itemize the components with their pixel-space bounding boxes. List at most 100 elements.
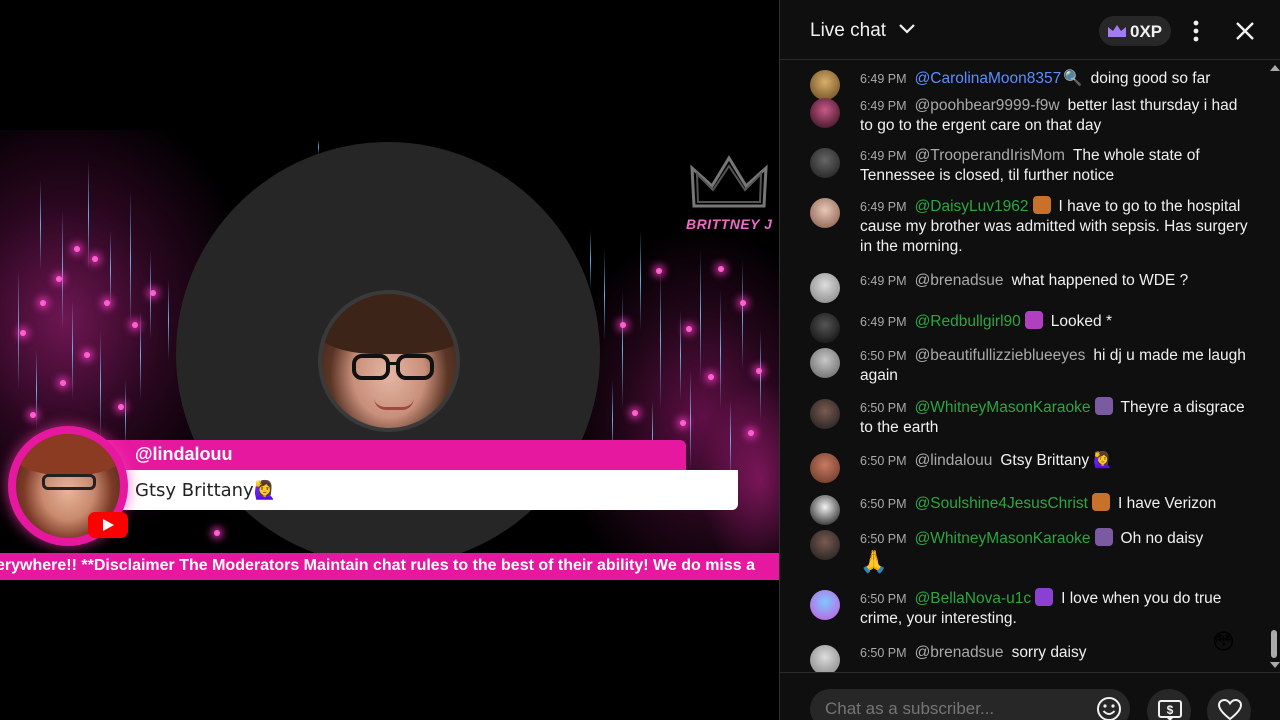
message-author[interactable]: @brenadsue: [915, 644, 1004, 661]
chat-message[interactable]: 6:50 PM @WhitneyMasonKaraoke Oh no daisy 🙏: [780, 514, 1268, 574]
video-player[interactable]: BRITTNEY J @lindalouu Gtsy Brittany🙋‍♀️ …: [0, 0, 779, 720]
author-avatar[interactable]: [810, 148, 840, 178]
message-text: what happened to WDE ?: [1011, 272, 1189, 289]
message-body: 6:50 PM @beautifullizzieblueeyes hi dj u m…: [860, 346, 1250, 386]
message-author[interactable]: @BellaNova-u1c: [915, 590, 1032, 607]
chat-message[interactable]: 6:49 PM @DaisyLuv1962 I have to go to the …: [780, 182, 1268, 257]
glow-dot: [92, 256, 98, 262]
glow-dot: [748, 430, 754, 436]
heart-icon: [1217, 698, 1243, 720]
member-badge-icon: [1032, 196, 1051, 214]
light-streak: [742, 260, 743, 370]
glow-dot: [20, 330, 26, 336]
message-body: 6:49 PM @DaisyLuv1962 I have to go to the …: [860, 196, 1250, 257]
light-streak: [590, 230, 591, 290]
glow-dot: [30, 412, 36, 418]
message-timestamp: 6:49 PM: [860, 99, 907, 113]
message-body: 6:49 PM @brenadsue what happened to WDE ?: [860, 271, 1250, 291]
message-body: 6:49 PM @TrooperandIrisMom The whole state…: [860, 146, 1250, 186]
message-author[interactable]: @TrooperandIrisMom: [915, 147, 1065, 164]
live-chat-panel: 6:49 PM @CarolinaMoon8357 🔍 doing good so f…: [779, 0, 1280, 720]
light-streak: [700, 250, 701, 380]
chat-message[interactable]: 6:49 PM @Redbullgirl90 Looked *: [780, 297, 1268, 343]
chat-message[interactable]: 6:50 PM @beautifullizzieblueeyes hi dj u m…: [780, 332, 1268, 386]
chat-message[interactable]: 6:49 PM @CarolinaMoon8357 🔍 doing good so f…: [780, 60, 1268, 100]
light-streak: [140, 310, 141, 400]
message-timestamp: 6:50 PM: [860, 454, 907, 468]
chat-input[interactable]: [810, 689, 1130, 720]
scroll-down-arrow-icon[interactable]: [1270, 662, 1280, 668]
message-author[interactable]: @poohbear9999-f9w: [915, 97, 1060, 114]
light-streak: [640, 230, 641, 330]
close-icon[interactable]: [1232, 18, 1258, 44]
message-body: 6:50 PM @BellaNova-u1c I love when you do …: [860, 588, 1250, 629]
brand-name: BRITTNEY J: [686, 216, 773, 232]
message-author[interactable]: @WhitneyMasonKaraoke: [915, 399, 1091, 416]
scroll-thumb[interactable]: [1271, 630, 1277, 658]
message-timestamp: 6:50 PM: [860, 646, 907, 660]
super-chat-button[interactable]: $: [1147, 689, 1191, 720]
like-heart-button[interactable]: [1207, 689, 1251, 720]
light-streak: [318, 140, 319, 154]
author-avatar[interactable]: [810, 590, 840, 620]
light-streak: [730, 400, 731, 480]
author-avatar[interactable]: [810, 98, 840, 128]
glow-dot: [632, 410, 638, 416]
chat-message[interactable]: 6:49 PM @poohbear9999-f9w better last thur…: [780, 82, 1268, 134]
glow-dot: [656, 268, 662, 274]
message-author[interactable]: @WhitneyMasonKaraoke: [915, 530, 1091, 547]
author-avatar[interactable]: [810, 348, 840, 378]
light-streak: [40, 180, 41, 270]
message-author[interactable]: @beautifullizzieblueeyes: [915, 347, 1086, 364]
xp-badge[interactable]: 0XP: [1099, 16, 1171, 46]
svg-text:$: $: [1167, 703, 1174, 717]
chat-message[interactable]: 6:50 PM @brenadsue sorry daisy: [780, 629, 1268, 672]
chat-message[interactable]: 6:50 PM @BellaNova-u1c I love when you do …: [780, 574, 1268, 629]
chat-message[interactable]: 6:49 PM @brenadsue what happened to WDE ?: [780, 257, 1268, 303]
message-author[interactable]: @Soulshine4JesusChrist: [915, 495, 1088, 512]
light-streak: [690, 370, 691, 470]
message-author[interactable]: @lindalouu: [915, 452, 993, 469]
message-body: 6:50 PM @lindalouu Gtsy Brittany 🙋‍♀️: [860, 451, 1250, 471]
scroll-up-arrow-icon[interactable]: [1270, 65, 1280, 71]
light-streak: [36, 350, 37, 430]
message-body: 6:50 PM @WhitneyMasonKaraoke Oh no daisy 🙏: [860, 528, 1250, 574]
chat-message[interactable]: 6:50 PM @lindalouu Gtsy Brittany 🙋‍♀️: [780, 437, 1268, 483]
glow-dot: [60, 380, 66, 386]
message-timestamp: 6:50 PM: [860, 497, 907, 511]
more-vert-icon[interactable]: [1186, 18, 1206, 44]
member-badge-icon: [1091, 493, 1110, 511]
author-avatar[interactable]: [810, 645, 840, 672]
message-timestamp: 6:50 PM: [860, 401, 907, 415]
stream-scene: BRITTNEY J @lindalouu Gtsy Brittany🙋‍♀️ …: [0, 0, 779, 580]
glow-dot: [718, 266, 724, 272]
message-timestamp: 6:49 PM: [860, 200, 907, 214]
message-author[interactable]: @DaisyLuv1962: [915, 198, 1029, 215]
chat-message[interactable]: 6:50 PM @Soulshine4JesusChrist I have Veri…: [780, 479, 1268, 525]
message-author[interactable]: @brenadsue: [915, 272, 1004, 289]
chat-header: Live chat 0XP: [780, 0, 1280, 60]
chat-message[interactable]: 6:49 PM @TrooperandIrisMom The whole state…: [780, 132, 1268, 184]
message-text: Oh no daisy: [1120, 530, 1204, 547]
author-avatar[interactable]: [810, 198, 840, 228]
message-author[interactable]: @Redbullgirl90: [915, 313, 1021, 330]
chat-message-list[interactable]: 6:49 PM @CarolinaMoon8357 🔍 doing good so f…: [780, 60, 1268, 672]
chat-scrollbar[interactable]: [1268, 60, 1280, 672]
message-text: Looked *: [1050, 313, 1112, 330]
member-badge-icon: [1094, 397, 1113, 415]
chat-message[interactable]: 6:50 PM @WhitneyMasonKaraoke Theyre a disg…: [780, 383, 1268, 437]
author-avatar[interactable]: [810, 399, 840, 429]
light-streak: [72, 300, 73, 400]
member-badge-icon: [1094, 528, 1113, 546]
light-streak: [622, 290, 623, 410]
message-timestamp: 6:49 PM: [860, 315, 907, 329]
emoji-icon[interactable]: [1095, 695, 1123, 720]
glow-dot: [214, 530, 220, 536]
chat-mode-title[interactable]: Live chat: [810, 20, 886, 42]
glow-dot: [74, 246, 80, 252]
message-timestamp: 6:50 PM: [860, 592, 907, 606]
chevron-down-icon[interactable]: [898, 22, 916, 36]
highlight-message: Gtsy Brittany🙋‍♀️: [135, 480, 277, 501]
message-timestamp: 6:49 PM: [860, 274, 907, 288]
author-avatar[interactable]: [810, 530, 840, 560]
